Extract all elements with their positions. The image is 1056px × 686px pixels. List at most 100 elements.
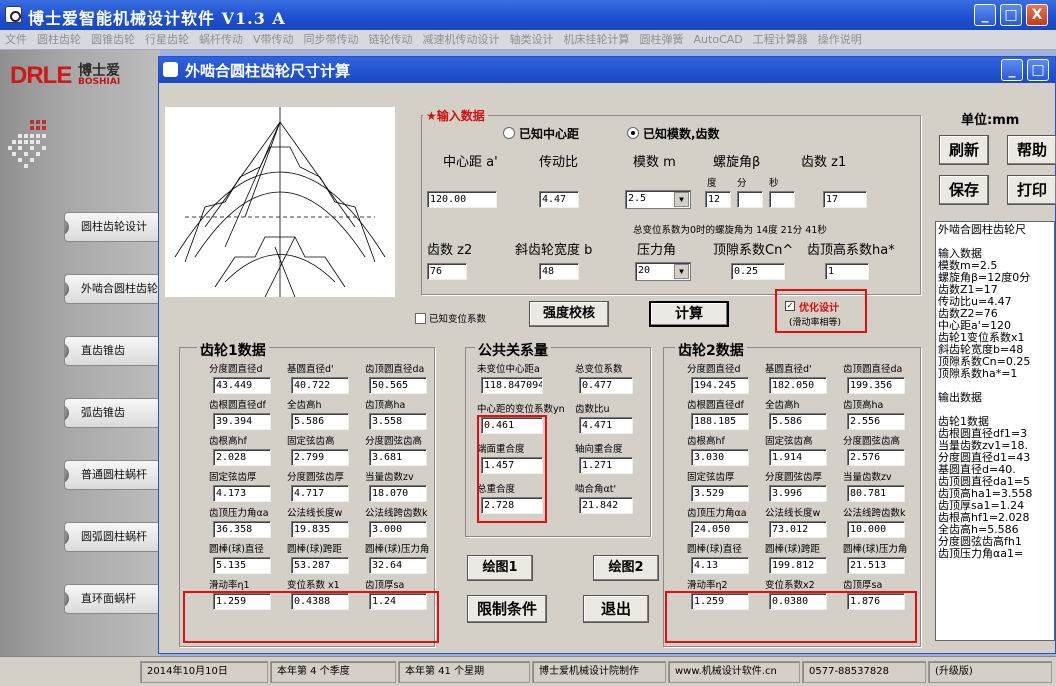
field-value[interactable]: 4.13 <box>691 557 749 574</box>
nav-item[interactable]: 普通圆柱蜗杆 <box>64 460 160 490</box>
dialog-maximize-button[interactable]: □ <box>1027 59 1049 81</box>
menu-bar: 文件 圆柱齿轮 圆锥齿轮 行星齿轮 蜗杆传动 V带传动 同步带传动 链轮传动 减速机传动设计 轴类… <box>0 30 1056 50</box>
helix-deg-input[interactable]: 12 <box>705 191 731 208</box>
field-value[interactable]: 73.012 <box>769 521 827 538</box>
field-value[interactable]: 2.576 <box>847 449 905 466</box>
nav-item[interactable]: 圆弧圆柱蜗杆 <box>64 522 160 552</box>
close-button[interactable]: X <box>1026 4 1048 26</box>
field-value[interactable]: 36.358 <box>213 521 271 538</box>
menu-item[interactable]: 减速机传动设计 <box>418 30 505 50</box>
menu-item[interactable]: 同步带传动 <box>299 30 364 50</box>
output-textarea[interactable]: 外啮合圆柱齿轮尺 输入数据 模数m=2.5 螺旋角β=12度0分 齿数Z1=17 传动比… <box>935 221 1055 641</box>
label-cn: 顶隙系数Cn^ <box>713 243 794 258</box>
menu-item[interactable]: 轴类设计 <box>505 30 559 50</box>
draw2-button[interactable]: 绘图2 <box>593 555 659 581</box>
field-value[interactable]: 80.781 <box>847 485 905 502</box>
nav-item[interactable]: 圆柱齿轮设计 <box>64 212 160 242</box>
field-value[interactable]: 53.287 <box>291 557 349 574</box>
field-value[interactable]: 5.135 <box>213 557 271 574</box>
menu-item[interactable]: 文件 <box>0 30 32 50</box>
field-value[interactable]: 3.529 <box>691 485 749 502</box>
field-value[interactable]: 4.717 <box>291 485 349 502</box>
field-value[interactable]: 10.000 <box>847 521 905 538</box>
field-value[interactable]: 3.681 <box>369 449 427 466</box>
field-value[interactable]: 2.799 <box>291 449 349 466</box>
maximize-button[interactable]: □ <box>1000 4 1022 26</box>
field-value[interactable]: 5.586 <box>769 413 827 430</box>
field-value[interactable]: 182.050 <box>769 377 827 394</box>
refresh-button[interactable]: 刷新 <box>939 135 989 165</box>
menu-item[interactable]: 机床挂轮计算 <box>559 30 635 50</box>
field-value[interactable]: 3.000 <box>369 521 427 538</box>
ratio-input[interactable]: 4.47 <box>539 191 579 208</box>
menu-item[interactable]: 圆锥齿轮 <box>86 30 140 50</box>
field-value[interactable]: 3.558 <box>369 413 427 430</box>
menu-item[interactable]: V带传动 <box>248 30 299 50</box>
common-value[interactable]: 21.842 <box>579 497 633 514</box>
common-value[interactable]: 0.477 <box>579 377 633 394</box>
field-value[interactable]: 24.050 <box>691 521 749 538</box>
field-value[interactable]: 188.185 <box>691 413 749 430</box>
nav-item[interactable]: 外啮合圆柱齿轮 <box>64 274 160 304</box>
radio-known-center[interactable] <box>503 127 515 139</box>
menu-item[interactable]: 工程计算器 <box>748 30 813 50</box>
menu-item[interactable]: 圆柱弹簧 <box>635 30 689 50</box>
menu-item[interactable]: 蜗杆传动 <box>194 30 248 50</box>
field-value[interactable]: 40.722 <box>291 377 349 394</box>
field-value[interactable]: 199.812 <box>769 557 827 574</box>
field-value[interactable]: 32.64 <box>369 557 427 574</box>
minimize-button[interactable]: _ <box>974 4 996 26</box>
field-value[interactable]: 1.914 <box>769 449 827 466</box>
common-value[interactable]: 1.271 <box>579 457 633 474</box>
pressure-select[interactable]: 20 ▼ <box>635 262 691 281</box>
calc-button[interactable]: 计算 <box>649 301 729 327</box>
nav-item[interactable]: 直齿锥齿 <box>64 336 160 366</box>
helix-min-input[interactable] <box>737 191 763 208</box>
z2-input[interactable]: 76 <box>427 263 467 280</box>
field-label: 圆棒(球)压力角 <box>365 544 430 555</box>
print-button[interactable]: 打印 <box>1007 175 1056 205</box>
field-value[interactable]: 39.394 <box>213 413 271 430</box>
ha-input[interactable]: 1 <box>825 263 869 280</box>
common-value[interactable]: 118.8470942 <box>481 377 543 394</box>
save-button[interactable]: 保存 <box>939 175 989 205</box>
field-value[interactable]: 2.556 <box>847 413 905 430</box>
field-value[interactable]: 4.173 <box>213 485 271 502</box>
nav-item[interactable]: 直环面蜗杆 <box>64 584 160 614</box>
field-value[interactable]: 21.513 <box>847 557 905 574</box>
help-button[interactable]: 帮助 <box>1007 135 1056 165</box>
dialog-minimize-button[interactable]: _ <box>1001 59 1023 81</box>
menu-item[interactable]: 行星齿轮 <box>140 30 194 50</box>
exit-button[interactable]: 退出 <box>583 595 649 623</box>
field-value[interactable]: 50.565 <box>369 377 427 394</box>
field-value[interactable]: 43.449 <box>213 377 271 394</box>
center-input[interactable]: 120.00 <box>427 191 497 208</box>
draw1-button[interactable]: 绘图1 <box>467 555 533 581</box>
field-value[interactable]: 194.245 <box>691 377 749 394</box>
chevron-down-icon: ▼ <box>674 264 689 279</box>
field-value[interactable]: 5.586 <box>291 413 349 430</box>
module-select[interactable]: 2.5 ▼ <box>625 190 691 209</box>
menu-item[interactable]: 操作说明 <box>813 30 867 50</box>
menu-item[interactable]: AutoCAD <box>689 30 748 50</box>
nav-item[interactable]: 弧齿锥齿 <box>64 398 160 428</box>
helix-sec-input[interactable] <box>769 191 795 208</box>
z1-input[interactable]: 17 <box>823 191 867 208</box>
strength-button[interactable]: 强度校核 <box>529 301 609 327</box>
field-label: 齿顶压力角αa <box>209 508 269 519</box>
radio-known-module[interactable] <box>627 127 639 139</box>
field-value[interactable]: 2.028 <box>213 449 271 466</box>
known-shift-checkbox[interactable] <box>415 313 426 324</box>
field-value[interactable]: 19.835 <box>291 521 349 538</box>
limit-button[interactable]: 限制条件 <box>467 595 547 623</box>
common-value[interactable]: 4.471 <box>579 417 633 434</box>
cn-input[interactable]: 0.25 <box>731 263 785 280</box>
field-value[interactable]: 3.030 <box>691 449 749 466</box>
menu-item[interactable]: 圆柱齿轮 <box>32 30 86 50</box>
opt-checkbox[interactable]: ✓ <box>785 301 795 311</box>
width-input[interactable]: 48 <box>539 263 579 280</box>
field-value[interactable]: 18.070 <box>369 485 427 502</box>
field-value[interactable]: 3.996 <box>769 485 827 502</box>
field-value[interactable]: 199.356 <box>847 377 905 394</box>
menu-item[interactable]: 链轮传动 <box>364 30 418 50</box>
